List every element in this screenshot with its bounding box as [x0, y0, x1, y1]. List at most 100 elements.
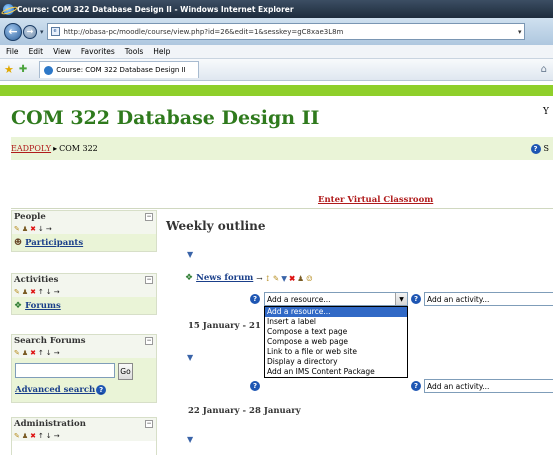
menu-edit[interactable]: Edit [29, 47, 44, 56]
menu-tools[interactable]: Tools [125, 47, 143, 56]
window-title-bar: Course: COM 322 Database Design II - Win… [0, 0, 553, 18]
move-right-icon[interactable]: → [54, 432, 60, 440]
move-down-icon[interactable]: ↓ [46, 349, 52, 357]
collapse-icon[interactable]: − [145, 213, 153, 221]
advanced-search-link[interactable]: Advanced search ? [15, 385, 107, 395]
menu-favorites[interactable]: Favorites [81, 47, 115, 56]
move-up-icon[interactable]: ↑ [38, 349, 44, 357]
indent-right-icon[interactable]: → [256, 274, 262, 283]
home-icon[interactable]: ⌂ [541, 64, 547, 75]
move-down-icon[interactable]: ↓ [46, 288, 52, 296]
advanced-search-label: Advanced search [15, 385, 96, 395]
administration-block-header: Administration − [12, 418, 156, 430]
address-dropdown-icon[interactable]: ▾ [518, 28, 522, 36]
activities-block-header: Activities − [12, 274, 156, 286]
forum-icon: ❖ [185, 273, 194, 283]
dropdown-option[interactable]: Add an IMS Content Package [265, 367, 407, 377]
add-resource-select[interactable]: Add a resource... ▼ [264, 292, 408, 306]
enter-virtual-classroom-link[interactable]: Enter Virtual Classroom [318, 195, 433, 205]
dropdown-option[interactable]: Link to a file or web site [265, 347, 407, 357]
go-button[interactable]: Go [118, 363, 133, 380]
dropdown-option[interactable]: Compose a web page [265, 337, 407, 347]
menu-file[interactable]: File [6, 47, 19, 56]
dropdown-option[interactable]: Compose a text page [265, 327, 407, 337]
breadcrumb-home-link[interactable]: EADPOLY [11, 144, 51, 153]
add-activity-select[interactable]: Add an activity... [424, 379, 553, 393]
add-resource-selected: Add a resource... [267, 294, 331, 304]
edit-icon[interactable]: ✎ [14, 349, 20, 357]
participants-link[interactable]: Participants [25, 238, 83, 248]
chevron-down-icon[interactable]: ▼ [395, 293, 407, 305]
roles-icon[interactable]: ♟ [22, 288, 28, 296]
forum-icon: ❖ [14, 300, 23, 311]
favorites-star-icon[interactable]: ★ [4, 63, 14, 76]
news-forum-row: ❖ News forum → ↕ ✎ ▼ ✖ ♟ ☺ [185, 273, 313, 283]
group-mode-icon[interactable]: ☺ [306, 274, 313, 283]
roles-icon[interactable]: ♟ [297, 274, 304, 283]
participants-item[interactable]: ☻ Participants [12, 234, 156, 251]
help-icon[interactable]: ? [96, 385, 107, 395]
history-dropdown-icon[interactable]: ▾ [40, 28, 44, 36]
move-right-icon[interactable]: → [54, 349, 60, 357]
move-right-icon[interactable]: → [46, 225, 52, 233]
forums-link[interactable]: Forums [25, 301, 61, 311]
move-up-icon[interactable]: ↑ [38, 432, 44, 440]
dropdown-option[interactable]: Add a resource... [265, 307, 407, 317]
roles-icon[interactable]: ♟ [22, 349, 28, 357]
menu-help[interactable]: Help [153, 47, 170, 56]
roles-icon[interactable]: ♟ [22, 225, 28, 233]
delete-icon[interactable]: ✖ [30, 288, 36, 296]
forward-arrow-icon[interactable]: → [23, 24, 37, 39]
eye-visibility-icon[interactable]: ▼ [187, 353, 193, 362]
move-up-icon[interactable]: ↑ [38, 288, 44, 296]
add-favorite-icon[interactable]: ✚ [19, 64, 27, 75]
forums-item[interactable]: ❖ Forums [12, 297, 156, 314]
delete-icon[interactable]: ✖ [30, 349, 36, 357]
eye-visibility-icon[interactable]: ▼ [187, 435, 193, 444]
people-block: People − ✎ ♟ ✖ ↓ → ☻ Participants [11, 210, 157, 252]
edit-icon[interactable]: ✎ [14, 225, 20, 233]
move-down-icon[interactable]: ↓ [38, 225, 44, 233]
collapse-icon[interactable]: − [145, 420, 153, 428]
roles-icon[interactable]: ♟ [22, 432, 28, 440]
move-icon[interactable]: ↕ [265, 274, 271, 283]
eye-visibility-icon[interactable]: ▼ [281, 274, 287, 283]
edit-icon[interactable]: ✎ [14, 432, 20, 440]
menu-bar: File Edit View Favorites Tools Help [0, 45, 553, 59]
people-block-header: People − [12, 211, 156, 223]
add-activity-select[interactable]: Add an activity... [424, 292, 553, 306]
move-down-icon[interactable]: ↓ [46, 432, 52, 440]
block-edit-tools: ✎ ♟ ✖ ↑ ↓ → [12, 430, 156, 441]
divider [11, 208, 553, 209]
help-icon[interactable]: ? [250, 381, 260, 391]
dropdown-option[interactable]: Insert a label [265, 317, 407, 327]
navbar-right: ? S [530, 143, 549, 154]
help-icon[interactable]: ? [530, 143, 541, 154]
address-input[interactable]: e http://obasa-pc/moodle/course/view.php… [46, 23, 525, 40]
favorites-bar: ★ ✚ Course: COM 322 Database Design II ⌂ [0, 59, 553, 81]
activity-edit-tools: → ↕ ✎ ▼ ✖ ♟ ☺ [256, 274, 312, 283]
add-activity-selected: Add an activity... [427, 294, 490, 304]
delete-icon[interactable]: ✖ [289, 274, 295, 283]
search-forums-block: Search Forums − ✎ ♟ ✖ ↑ ↓ → Go Advanced … [11, 334, 157, 403]
delete-icon[interactable]: ✖ [30, 432, 36, 440]
move-right-icon[interactable]: → [54, 288, 60, 296]
dropdown-option[interactable]: Display a directory [265, 357, 407, 367]
collapse-icon[interactable]: − [145, 337, 153, 345]
menu-view[interactable]: View [53, 47, 71, 56]
edit-icon[interactable]: ✎ [14, 288, 20, 296]
eye-visibility-icon[interactable]: ▼ [187, 250, 193, 259]
help-icon[interactable]: ? [411, 381, 421, 391]
search-forums-input[interactable] [15, 363, 115, 378]
help-icon[interactable]: ? [411, 294, 421, 304]
ie-logo-icon [3, 3, 14, 15]
edit-icon[interactable]: ✎ [273, 274, 279, 283]
help-icon[interactable]: ? [250, 294, 260, 304]
navigation-toolbar: ← → ▾ e http://obasa-pc/moodle/course/vi… [0, 18, 553, 45]
people-block-title: People [14, 212, 46, 222]
collapse-icon[interactable]: − [145, 276, 153, 284]
delete-icon[interactable]: ✖ [30, 225, 36, 233]
browser-tab[interactable]: Course: COM 322 Database Design II [39, 61, 200, 78]
news-forum-link[interactable]: News forum [196, 273, 253, 283]
back-arrow-icon[interactable]: ← [4, 22, 22, 41]
